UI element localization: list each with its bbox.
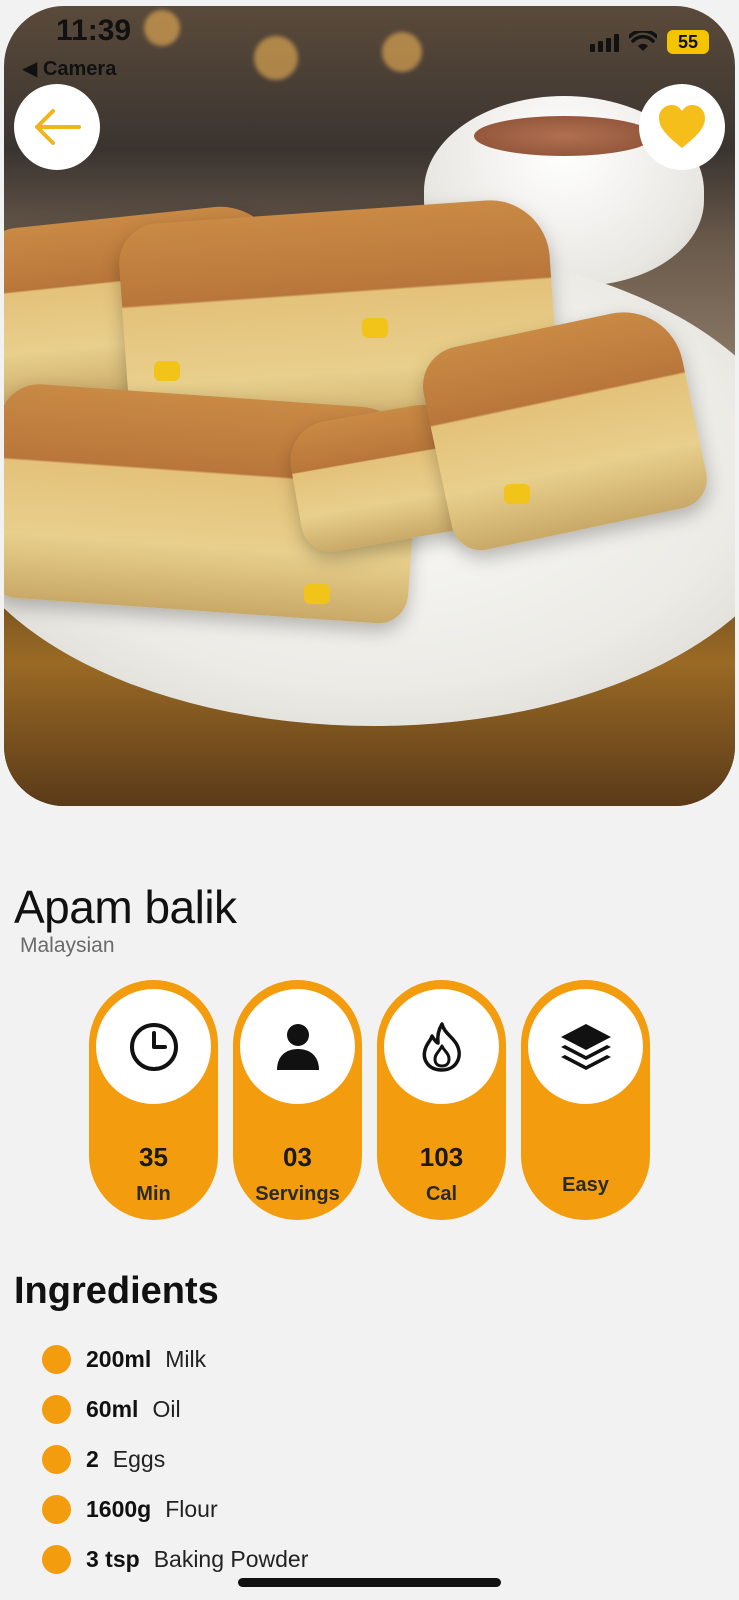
ingredient-name: Oil xyxy=(152,1395,181,1422)
heart-icon xyxy=(659,105,705,148)
recipe-cuisine: Malaysian xyxy=(20,934,115,957)
ingredient-item: 200ml Milk xyxy=(42,1334,308,1384)
ingredient-name: Baking Powder xyxy=(153,1545,309,1572)
ingredient-name: Eggs xyxy=(112,1445,166,1472)
stat-calories: 103 Cal xyxy=(377,980,506,1220)
stat-servings-unit: Servings xyxy=(255,1183,340,1205)
ingredient-quantity: 60ml xyxy=(86,1395,139,1422)
ingredient-quantity: 2 xyxy=(86,1445,99,1472)
back-app-label: Camera xyxy=(42,58,117,80)
ingredient-item: 1600g Flour xyxy=(42,1484,308,1534)
cellular-signal-icon xyxy=(590,32,619,52)
status-time: 11:39 xyxy=(56,14,132,47)
ingredients-list: 200ml Milk 60ml Oil 2 Eggs 1600g Flour 3… xyxy=(42,1334,308,1584)
ingredient-quantity: 1600g xyxy=(86,1495,152,1522)
ingredient-item: 3 tsp Baking Powder xyxy=(42,1534,308,1584)
stat-time-value: 35 xyxy=(139,1142,168,1172)
ingredient-name: Milk xyxy=(165,1345,207,1372)
ingredient-quantity: 200ml xyxy=(86,1345,152,1372)
ingredient-item: 60ml Oil xyxy=(42,1384,308,1434)
ingredient-item: 2 Eggs xyxy=(42,1434,308,1484)
stat-servings-value: 03 xyxy=(283,1142,312,1172)
stat-difficulty: Easy xyxy=(521,980,650,1220)
stat-calories-unit: Cal xyxy=(425,1183,458,1205)
bullet-dot-icon xyxy=(42,1344,71,1374)
recipe-stats: 35 Min 03 Servings 103 Cal Easy xyxy=(89,980,650,1220)
bullet-dot-icon xyxy=(42,1544,71,1574)
stat-servings: 03 Servings xyxy=(233,980,362,1220)
back-button[interactable] xyxy=(14,84,100,170)
arrow-left-icon xyxy=(35,109,81,145)
person-icon xyxy=(276,1023,319,1070)
clock-icon xyxy=(129,1022,178,1071)
bullet-dot-icon xyxy=(42,1494,71,1524)
stat-calories-value: 103 xyxy=(419,1142,464,1172)
recipe-hero-image xyxy=(4,6,735,806)
ingredient-name: Flour xyxy=(165,1495,218,1522)
battery-indicator: 55 xyxy=(667,30,709,54)
back-to-camera-link[interactable]: ◀ Camera xyxy=(22,56,116,81)
stat-time: 35 Min xyxy=(89,980,218,1220)
stat-difficulty-label: Easy xyxy=(562,1174,609,1196)
ingredients-heading: Ingredients xyxy=(14,1270,219,1312)
wifi-icon xyxy=(629,31,657,51)
stat-time-unit: Min xyxy=(136,1183,171,1205)
flame-icon xyxy=(422,1021,461,1072)
favorite-button[interactable] xyxy=(639,84,725,170)
ingredient-quantity: 3 tsp xyxy=(86,1545,140,1572)
recipe-title: Apam balik xyxy=(14,881,237,933)
status-icons: 55 xyxy=(590,30,709,54)
bullet-dot-icon xyxy=(42,1394,71,1424)
bullet-dot-icon xyxy=(42,1444,71,1474)
home-indicator[interactable] xyxy=(238,1578,501,1587)
layers-icon xyxy=(560,1023,611,1070)
